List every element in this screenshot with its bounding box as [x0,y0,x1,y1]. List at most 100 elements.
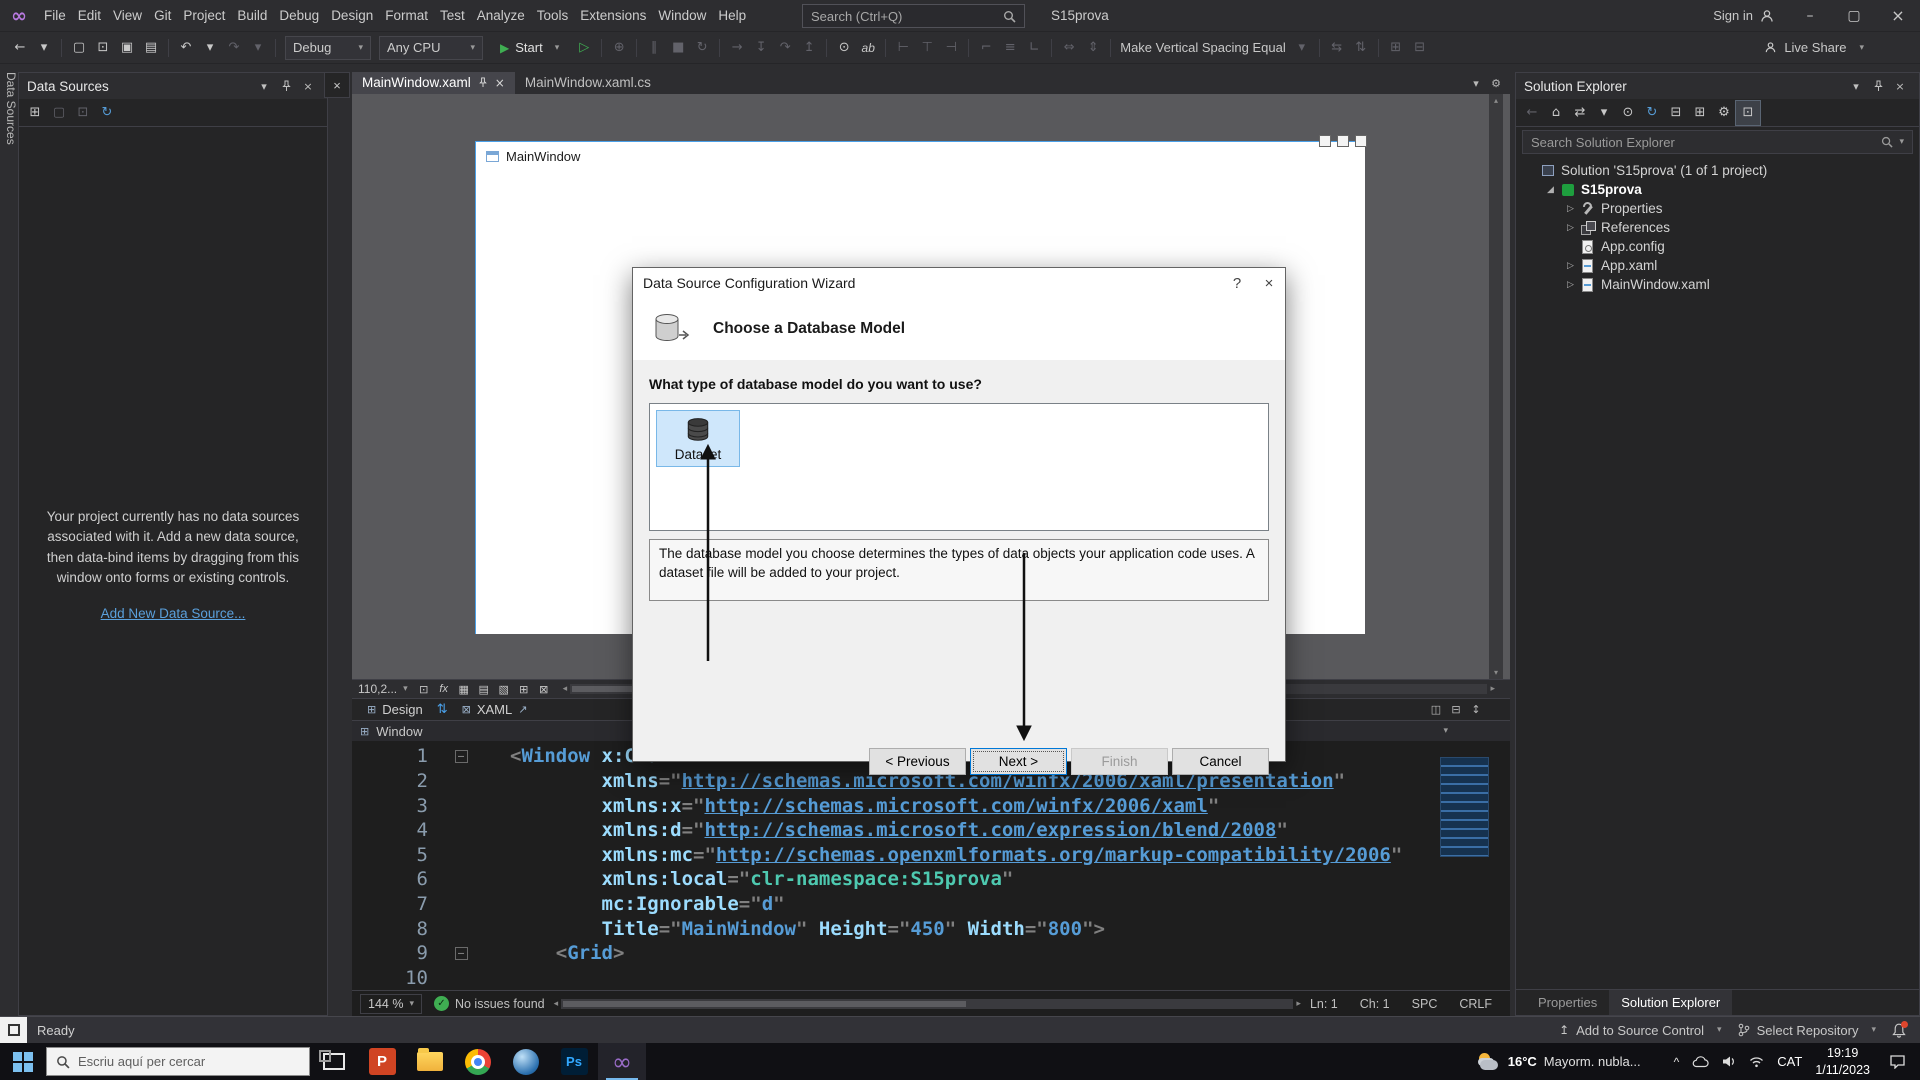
menu-project[interactable]: Project [177,0,231,32]
menu-file[interactable]: File [38,0,72,32]
pin-icon[interactable] [275,80,297,92]
solution-explorer-header[interactable]: Solution Explorer ▾ × [1516,73,1919,99]
close-icon[interactable]: × [495,76,505,90]
expander-closed-icon[interactable]: ▷ [1562,223,1579,233]
artboard-background-icon[interactable]: ▧ [494,680,514,698]
break-all-icon[interactable]: ∥ [642,36,666,60]
zoom-level-dropdown[interactable]: 110,2... ▾ [358,682,408,696]
popout-icon[interactable]: ↗ [518,703,527,716]
close-icon[interactable]: × [297,80,319,93]
menu-window[interactable]: Window [652,0,712,32]
cancel-button[interactable]: Cancel [1172,748,1269,775]
expander-closed-icon[interactable]: ▷ [1562,280,1579,290]
chevron-down-icon[interactable]: ▾ [1899,137,1904,147]
code-line[interactable]: 4 xmlns:d="http://schemas.microsoft.com/… [352,818,1510,843]
swap-panes-icon[interactable]: ⇅ [432,702,453,717]
show-all-files-icon[interactable]: ⊞ [1688,101,1712,125]
database-model-listbox[interactable]: Dataset [649,403,1269,531]
menu-help[interactable]: Help [712,0,752,32]
dialog-title-bar[interactable]: Data Source Configuration Wizard ? × [633,268,1285,298]
line-ending-indicator[interactable]: CRLF [1459,997,1492,1011]
save-all-icon[interactable]: ▤ [139,36,163,60]
next-button[interactable]: Next > [970,748,1067,775]
resize-grip[interactable] [1337,135,1349,147]
solution-configurations-dropdown[interactable]: Debug ▾ [285,36,371,60]
show-grid-icon[interactable]: ▦ [454,680,474,698]
close-button[interactable]: × [1253,275,1285,292]
close-button[interactable]: × [1876,0,1920,32]
expander-open-icon[interactable]: ◢ [1542,185,1559,195]
tree-item-app-xaml[interactable]: ▷App.xaml [1516,256,1919,275]
tree-item-solution-s15prova-1-of-1-project[interactable]: Solution 'S15prova' (1 of 1 project) [1516,161,1919,180]
scrollbar-thumb[interactable] [563,1001,966,1007]
xaml-code-editor[interactable]: 1–<Window x:Cla2 xmlns="http://schemas.m… [352,741,1510,1016]
horizontal-split-icon[interactable]: ⊟ [1446,703,1466,716]
show-next-statement-icon[interactable]: → [725,36,749,60]
pin-icon[interactable] [478,77,488,88]
maximize-button[interactable]: ▢ [1832,0,1876,32]
scroll-down-icon[interactable]: ▾ [1494,668,1498,677]
chrome-icon[interactable] [454,1043,502,1080]
task-view-button[interactable] [310,1043,358,1080]
menu-view[interactable]: View [107,0,148,32]
disable-project-code-icon[interactable]: ⊠ [534,680,554,698]
align-middles-icon[interactable]: ≡ [998,36,1022,60]
tree-item-properties[interactable]: ▷Properties [1516,199,1919,218]
make-same-height-icon[interactable]: ⇕ [1081,36,1105,60]
menu-design[interactable]: Design [325,0,379,32]
code-line[interactable]: 6 xmlns:local="clr-namespace:S15prova" [352,867,1510,892]
start-button[interactable] [0,1043,46,1080]
scroll-right-icon[interactable]: ▸ [1293,999,1304,1009]
onedrive-icon[interactable] [1692,1056,1709,1068]
clock[interactable]: 19:19 1/11/2023 [1815,1045,1870,1078]
scroll-right-icon[interactable]: ▸ [1487,684,1498,694]
dataset-option[interactable]: Dataset [656,410,740,467]
nav-back-icon[interactable]: ← [8,36,32,60]
action-center-button[interactable] [1889,1054,1906,1069]
weather-widget[interactable]: 16°C Mayorm. nubla... [1477,1052,1641,1072]
photoshop-icon[interactable]: Ps [550,1043,598,1080]
redo-icon[interactable]: ↷ [222,36,246,60]
add-new-data-source-link[interactable]: Add New Data Source... [101,606,246,621]
align-tops-icon[interactable]: ⌐ [974,36,998,60]
font-glyphs-icon[interactable]: ab [856,36,880,60]
vertical-split-icon[interactable]: ◫ [1426,703,1446,716]
snap-to-snaplines-icon[interactable]: ⊞ [514,680,534,698]
start-debugging-button[interactable]: ▶ Start ▾ [491,36,568,60]
start-without-debugging-icon[interactable]: ▷ [572,36,596,60]
scroll-up-icon[interactable]: ▴ [1494,96,1498,105]
scrollbar-map[interactable] [1440,757,1489,857]
data-sources-side-tab[interactable]: Data Sources [0,64,18,1016]
code-line[interactable]: 3 xmlns:x="http://schemas.microsoft.com/… [352,793,1510,818]
tree-item-s15prova[interactable]: ◢S15prova [1516,180,1919,199]
window-position-icon[interactable]: ▾ [253,80,275,93]
code-line[interactable]: 7 mc:Ignorable="d" [352,892,1510,917]
expander-closed-icon[interactable]: ▷ [1562,261,1579,271]
new-project-icon[interactable]: ▢ [67,36,91,60]
bring-to-front-icon[interactable]: ⊞ [1384,36,1408,60]
add-to-source-control-button[interactable]: ↥ Add to Source Control ▾ [1559,1023,1722,1038]
feedback-icon[interactable] [0,1017,27,1043]
open-file-icon[interactable]: ⊡ [91,36,115,60]
encoding-indicator[interactable]: SPC [1412,997,1438,1011]
powerpoint-icon[interactable]: P [358,1043,406,1080]
make-vertical-spacing-equal-command[interactable]: Make Vertical Spacing Equal [1120,40,1285,55]
add-new-data-source-icon[interactable]: ⊞ [23,101,47,125]
help-button[interactable]: ? [1221,275,1253,292]
refresh-icon[interactable]: ↻ [1640,101,1664,125]
resize-grip[interactable] [1355,135,1367,147]
edit-data-source-icon[interactable]: ▢ [47,101,71,125]
configure-data-source-icon[interactable]: ⊡ [71,101,95,125]
menu-format[interactable]: Format [379,0,434,32]
language-indicator[interactable]: CAT [1777,1054,1802,1069]
editor-horizontal-scrollbar[interactable]: ◂ ▸ [551,999,1304,1009]
resize-grip[interactable] [1319,135,1331,147]
browser-icon[interactable] [502,1043,550,1080]
menu-analyze[interactable]: Analyze [471,0,531,32]
sign-in-button[interactable]: Sign in [1699,8,1788,23]
taskbar-search-box[interactable]: Escriu aquí per cercar [46,1047,310,1076]
quick-search-box[interactable]: Search (Ctrl+Q) [802,4,1025,28]
save-icon[interactable]: ▣ [115,36,139,60]
align-lefts-icon[interactable]: ⊢ [891,36,915,60]
code-line[interactable]: 5 xmlns:mc="http://schemas.openxmlformat… [352,842,1510,867]
